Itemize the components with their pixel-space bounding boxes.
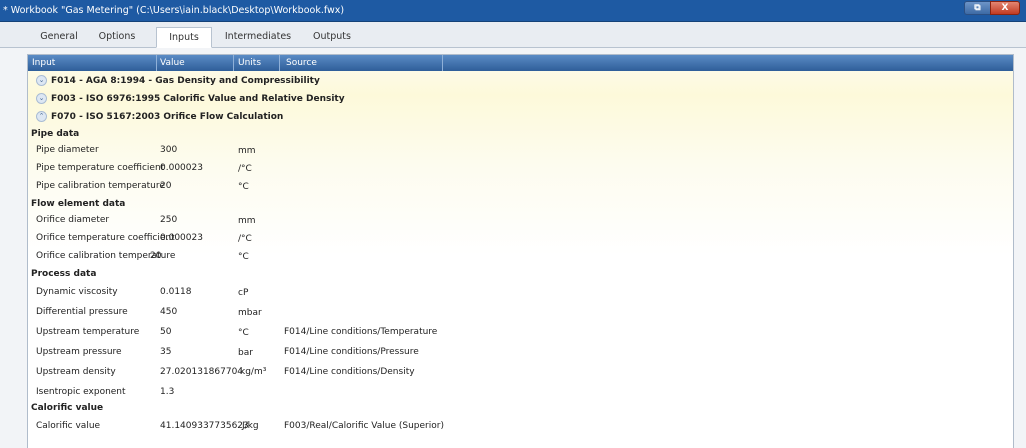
chevron-down-icon[interactable]: ⌄ [36,75,47,86]
input-value[interactable]: 27.020131867704 [160,367,243,377]
input-name: Upstream pressure [36,347,122,357]
input-units: kg/m³ [240,367,267,377]
table-row[interactable]: Dynamic viscosity 0.0118 cP [28,281,1013,299]
tab-inputs[interactable]: Inputs [156,27,212,48]
input-units: mbar [238,308,262,318]
table-row[interactable]: Upstream density 27.020131867704 kg/m³ F… [28,361,1013,379]
input-name: Pipe temperature coefficient [36,163,165,173]
group-row-f070[interactable]: ⌃ F070 - ISO 5167:2003 Orifice Flow Calc… [28,108,1013,126]
section-title-flow-element-data: Flow element data [31,199,126,209]
input-source[interactable]: F014/Line conditions/Pressure [284,347,419,357]
close-icon: X [1001,3,1009,13]
table-row[interactable]: Upstream pressure 35 bar F014/Line condi… [28,341,1013,359]
table-row[interactable]: Upstream temperature 50 °C F014/Line con… [28,321,1013,339]
group-label: F014 - AGA 8:1994 - Gas Density and Comp… [51,76,320,86]
input-source[interactable]: F014/Line conditions/Density [284,367,415,377]
input-units: mm [238,216,256,226]
table-row[interactable]: Pipe temperature coefficient 0.000023 /°… [28,159,1013,177]
input-name: Calorific value [36,421,101,431]
input-name: Upstream density [36,367,116,377]
input-units: bar [238,348,253,358]
tab-general[interactable]: General [34,27,84,47]
column-header-input[interactable]: Input [32,57,55,69]
input-name: Isentropic exponent [36,387,126,397]
input-units: °C [238,252,249,262]
column-header-value[interactable]: Value [160,57,185,69]
input-value[interactable]: 450 [160,307,177,317]
input-units: /°C [238,164,252,174]
table-row[interactable]: Pipe calibration temperature 20 °C [28,177,1013,195]
window-title: * Workbook "Gas Metering" (C:\Users\iain… [3,5,345,16]
input-name: Pipe diameter [36,145,99,155]
input-units: °C [238,328,249,338]
section-title-calorific-value: Calorific value [31,403,104,413]
column-divider[interactable] [156,55,157,71]
title-bar: * Workbook "Gas Metering" (C:\Users\iain… [0,0,1026,22]
table-row[interactable]: Orifice calibration temperature 20 °C [28,247,1013,265]
input-value[interactable]: 250 [160,215,177,225]
inputs-grid: Input Value Units Source ⌄ F014 - AGA 8:… [27,54,1014,448]
close-button[interactable]: X [990,1,1020,15]
group-label: F003 - ISO 6976:1995 Calorific Value and… [51,94,345,104]
input-units: °C [238,182,249,192]
table-row[interactable]: Orifice diameter 250 mm [28,211,1013,229]
column-divider[interactable] [279,55,280,71]
tab-intermediates[interactable]: Intermediates [218,27,298,47]
table-row[interactable]: Orifice temperature coefficient 0.000023… [28,229,1013,247]
group-row-f003[interactable]: ⌄ F003 - ISO 6976:1995 Calorific Value a… [28,90,1013,108]
section-title-process-data: Process data [31,269,97,279]
input-source[interactable]: F014/Line conditions/Temperature [284,327,437,337]
table-row[interactable]: Pipe diameter 300 mm [28,141,1013,159]
input-name: Orifice diameter [36,215,110,225]
table-row[interactable]: Calorific value 41.1409337735623 J/kg F0… [28,415,1013,433]
input-name: Pipe calibration temperature [36,181,165,191]
input-value[interactable]: 41.1409337735623 [160,421,249,431]
input-value[interactable]: 0.000023 [160,163,203,173]
tab-outputs[interactable]: Outputs [304,27,360,47]
input-units: cP [238,288,249,298]
input-name: Upstream temperature [36,327,140,337]
input-value[interactable]: 0.0118 [160,287,192,297]
tab-strip: General Options Inputs Intermediates Out… [0,22,1026,48]
table-row[interactable]: Isentropic exponent 1.3 [28,381,1013,399]
grid-header: Input Value Units Source [28,55,1013,71]
column-header-source[interactable]: Source [286,57,317,69]
group-label: F070 - ISO 5167:2003 Orifice Flow Calcul… [51,112,284,122]
input-units: /°C [238,234,252,244]
input-name: Orifice temperature coefficient [36,233,175,243]
input-source[interactable]: F003/Real/Calorific Value (Superior) [284,421,444,431]
column-divider[interactable] [442,55,443,71]
input-value[interactable]: 300 [160,145,177,155]
restore-button[interactable]: ⧉ [964,1,990,15]
input-value[interactable]: 0.000023 [160,233,203,243]
restore-icon: ⧉ [974,3,981,13]
chevron-up-icon[interactable]: ⌃ [36,111,47,122]
input-name: Differential pressure [36,307,128,317]
input-value[interactable]: 20 [160,181,171,191]
input-value[interactable]: 1.3 [160,387,174,397]
window-controls: ⧉ X [964,1,1020,15]
column-divider[interactable] [233,55,234,71]
table-row[interactable]: Differential pressure 450 mbar [28,301,1013,319]
chevron-down-icon[interactable]: ⌄ [36,93,47,104]
input-name: Dynamic viscosity [36,287,118,297]
tab-options[interactable]: Options [92,27,142,47]
input-units: mm [238,146,256,156]
section-title-pipe-data: Pipe data [31,129,80,139]
input-value[interactable]: 20 [150,251,161,261]
input-value[interactable]: 35 [160,347,171,357]
input-units: J/kg [242,421,259,431]
input-value[interactable]: 50 [160,327,171,337]
column-header-units[interactable]: Units [238,57,261,69]
group-row-f014[interactable]: ⌄ F014 - AGA 8:1994 - Gas Density and Co… [28,72,1013,90]
